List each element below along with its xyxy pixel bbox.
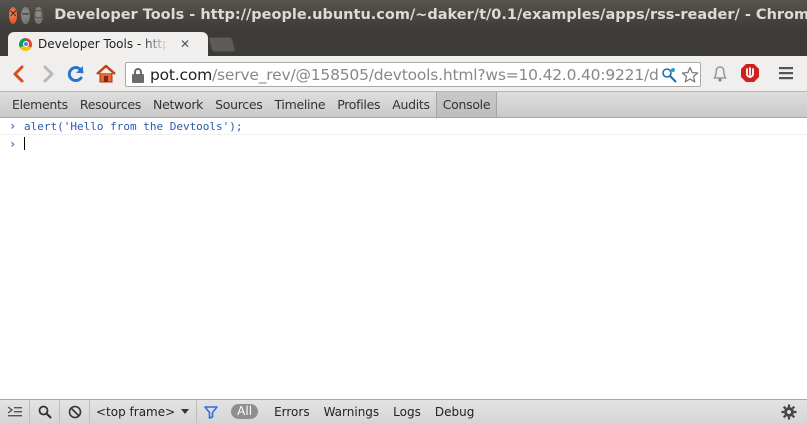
- console-prompt-icon: ›: [9, 119, 17, 133]
- chromium-favicon-icon: [19, 37, 32, 51]
- address-url: pot.com/serve_rev/@158505/devtools.html?…: [150, 65, 701, 84]
- lock-icon: [131, 67, 145, 83]
- frame-selector-label: <top frame>: [96, 404, 176, 419]
- tab-profiles[interactable]: Profiles: [331, 92, 386, 117]
- url-path: /serve_rev/@158505/devtools.html?ws=10.4…: [212, 65, 701, 84]
- clear-console-button[interactable]: [60, 399, 90, 423]
- window-minimize-button[interactable]: −: [21, 6, 30, 24]
- tab-console[interactable]: Console: [435, 92, 498, 117]
- url-host: pot.com: [150, 65, 213, 84]
- console-message: › alert('Hello from the Devtools');: [0, 118, 807, 135]
- filter-errors[interactable]: Errors: [274, 405, 310, 419]
- address-bar[interactable]: pot.com/serve_rev/@158505/devtools.html?…: [125, 62, 701, 87]
- console-prompt-icon: ›: [9, 136, 17, 151]
- filter-debug[interactable]: Debug: [435, 405, 474, 419]
- bookmark-star-icon[interactable]: [681, 66, 699, 84]
- console-panel[interactable]: › alert('Hello from the Devtools'); ›: [0, 118, 807, 399]
- devtools-statusbar: <top frame> All Errors Warnings Logs Debug: [0, 399, 807, 423]
- adblock-icon[interactable]: [740, 63, 760, 83]
- devtools-panel-tabs: Elements Resources Network Sources Timeline P…: [0, 92, 807, 118]
- search-button[interactable]: [30, 399, 60, 423]
- tab-resources[interactable]: Resources: [74, 92, 147, 117]
- settings-gear-icon[interactable]: [781, 404, 797, 420]
- tab-elements[interactable]: Elements: [0, 92, 74, 117]
- window-maximize-button[interactable]: □: [33, 6, 44, 24]
- tab-title: Developer Tools - http://people.ubuntu.c…: [38, 37, 168, 51]
- browser-tab[interactable]: Developer Tools - http://people.ubuntu.c…: [8, 32, 208, 56]
- forward-icon[interactable]: [38, 63, 58, 85]
- home-icon[interactable]: [95, 63, 117, 85]
- notifications-bell-icon[interactable]: [713, 65, 727, 83]
- tab-sources[interactable]: Sources: [209, 92, 268, 117]
- frame-selector[interactable]: <top frame>: [90, 399, 198, 423]
- new-tab-button[interactable]: [207, 37, 237, 52]
- address-actions: [658, 63, 700, 86]
- dock-toggle-button[interactable]: [0, 399, 30, 423]
- console-filter-list: All Errors Warnings Logs Debug: [225, 404, 474, 419]
- dropdown-arrow-icon: [181, 408, 190, 414]
- console-input[interactable]: ›: [0, 135, 807, 152]
- filter-button[interactable]: [197, 400, 225, 423]
- tab-timeline[interactable]: Timeline: [268, 92, 331, 117]
- filter-all[interactable]: All: [231, 404, 259, 419]
- text-caret: [24, 137, 25, 150]
- console-command-text: alert('Hello from the Devtools');: [24, 119, 243, 133]
- show-drawer-icon: [7, 405, 22, 416]
- clear-console-icon: [68, 405, 81, 418]
- reload-icon[interactable]: [66, 63, 86, 85]
- tab-close-icon[interactable]: ✕: [180, 37, 190, 51]
- page-action-icon[interactable]: [660, 66, 678, 84]
- window-title: Developer Tools - http://people.ubuntu.c…: [54, 7, 807, 23]
- menu-icon[interactable]: [778, 66, 794, 80]
- tab-strip: Developer Tools - http://people.ubuntu.c…: [0, 30, 807, 56]
- window-titlebar: ✕ − □ Developer Tools - http://people.ub…: [0, 0, 807, 30]
- tab-network[interactable]: Network: [147, 92, 209, 117]
- filter-logs[interactable]: Logs: [393, 405, 421, 419]
- tab-audits[interactable]: Audits: [386, 92, 436, 117]
- back-icon[interactable]: [9, 63, 29, 85]
- filter-funnel-icon: [204, 405, 218, 419]
- filter-warnings[interactable]: Warnings: [324, 405, 380, 419]
- window-close-button[interactable]: ✕: [9, 6, 18, 24]
- search-icon: [38, 405, 52, 419]
